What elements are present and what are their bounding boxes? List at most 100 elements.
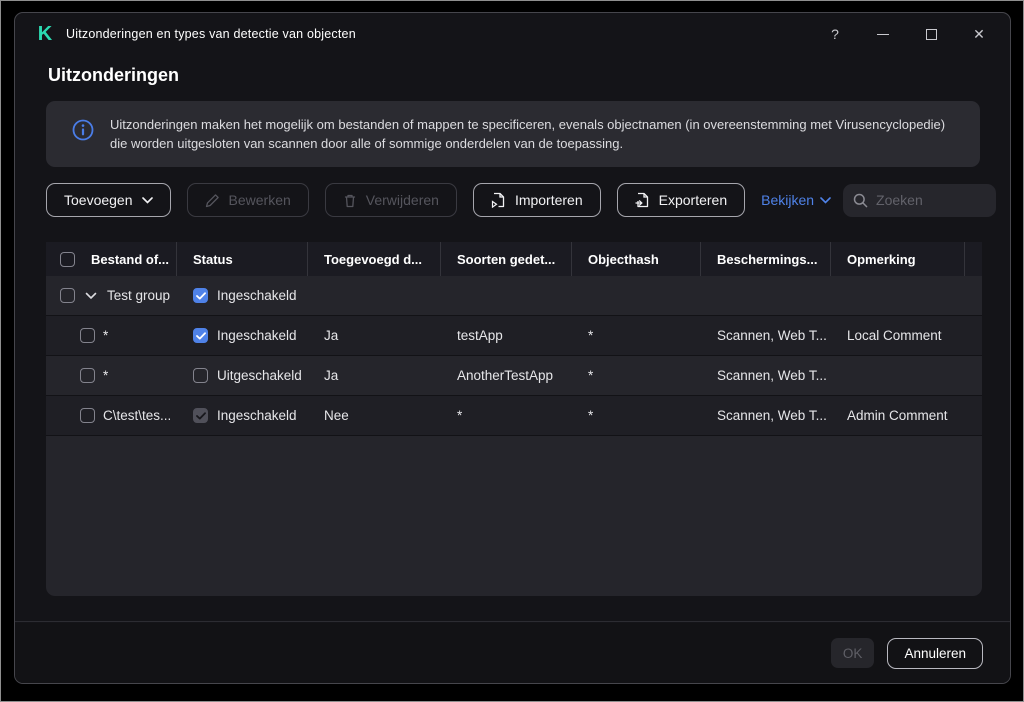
pencil-icon [205, 193, 220, 208]
export-button[interactable]: Exporteren [617, 183, 745, 217]
protection-cell: Scannen, Web T... [701, 356, 831, 395]
file-cell: * [46, 316, 177, 355]
status-cell: Uitgeschakeld [177, 356, 308, 395]
empty-cell [701, 276, 831, 315]
column-header-status[interactable]: Status [177, 242, 308, 276]
empty-cell [965, 316, 982, 355]
minimize-icon [877, 34, 889, 35]
collapse-chevron-icon[interactable] [85, 292, 97, 300]
column-header-label: Bestand of... [91, 252, 169, 267]
maximize-button[interactable] [916, 19, 946, 49]
exclusions-table: Bestand of... Status Toegevoegd d... Soo… [46, 242, 982, 596]
protection-cell: Scannen, Web T... [701, 316, 831, 355]
trash-icon [343, 193, 357, 208]
footer: OK Annuleren [15, 623, 1010, 683]
import-icon [491, 192, 506, 208]
group-status-cell: Ingeschakeld [177, 276, 308, 315]
column-header-comment[interactable]: Opmerking [831, 242, 965, 276]
status-checkbox[interactable] [193, 408, 208, 423]
objecthash-cell: * [572, 316, 701, 355]
comment-cell [831, 356, 965, 395]
import-button[interactable]: Importeren [473, 183, 601, 217]
edit-button-label: Bewerken [229, 192, 291, 208]
comment-cell: Admin Comment [831, 396, 965, 435]
detected-types-cell: * [441, 396, 572, 435]
column-header-protection[interactable]: Beschermings... [701, 242, 831, 276]
row-checkbox[interactable] [60, 288, 75, 303]
protection-cell: Scannen, Web T... [701, 396, 831, 435]
delete-button[interactable]: Verwijderen [325, 183, 457, 217]
empty-cell [308, 276, 441, 315]
row-checkbox[interactable] [80, 368, 95, 383]
help-button[interactable]: ? [820, 19, 850, 49]
export-icon [635, 192, 650, 208]
import-button-label: Importeren [515, 192, 583, 208]
comment-cell: Local Comment [831, 316, 965, 355]
select-all-checkbox[interactable] [60, 252, 75, 267]
column-header-label: Status [193, 252, 233, 267]
table-row[interactable]: * Uitgeschakeld Ja AnotherTestApp * Scan… [46, 356, 982, 396]
row-checkbox[interactable] [80, 328, 95, 343]
file-value: C\test\tes... [103, 408, 171, 423]
status-label: Uitgeschakeld [217, 368, 302, 383]
added-by-cell: Ja [308, 316, 441, 355]
group-name-cell: Test group [46, 276, 177, 315]
maximize-icon [926, 29, 937, 40]
view-dropdown[interactable]: Bekijken [761, 192, 831, 208]
app-window: K Uitzonderingen en types van detectie v… [14, 12, 1011, 684]
chevron-down-icon [142, 197, 153, 204]
column-header-objecthash[interactable]: Objecthash [572, 242, 701, 276]
status-checkbox[interactable] [193, 288, 208, 303]
objecthash-cell: * [572, 356, 701, 395]
toolbar: Toevoegen Bewerken Verwijderen Importere… [46, 183, 980, 217]
empty-cell [831, 276, 965, 315]
detected-types-cell: testApp [441, 316, 572, 355]
group-name: Test group [107, 288, 170, 303]
kaspersky-logo-icon: K [33, 23, 57, 46]
file-value: * [103, 328, 108, 343]
search-box [843, 184, 996, 217]
detected-types-cell: AnotherTestApp [441, 356, 572, 395]
table-group-row[interactable]: Test group Ingeschakeld [46, 276, 982, 316]
search-icon [853, 193, 868, 208]
search-input[interactable] [876, 192, 986, 208]
empty-cell [572, 276, 701, 315]
table-row[interactable]: C\test\tes... Ingeschakeld Nee * * Scann… [46, 396, 982, 436]
column-header-file[interactable]: Bestand of... [46, 242, 177, 276]
empty-cell [965, 276, 982, 315]
empty-cell [441, 276, 572, 315]
window-controls: ? ✕ [820, 19, 994, 49]
column-header-added-by[interactable]: Toegevoegd d... [308, 242, 441, 276]
info-icon [72, 119, 94, 141]
close-button[interactable]: ✕ [964, 19, 994, 49]
add-button-label: Toevoegen [64, 192, 133, 208]
status-cell: Ingeschakeld [177, 316, 308, 355]
status-label: Ingeschakeld [217, 288, 297, 303]
column-header-spacer [965, 242, 982, 276]
column-header-label: Toegevoegd d... [324, 252, 422, 267]
export-button-label: Exporteren [659, 192, 727, 208]
column-header-label: Opmerking [847, 252, 916, 267]
ok-button[interactable]: OK [831, 638, 875, 668]
column-header-label: Soorten gedet... [457, 252, 555, 267]
empty-cell [965, 356, 982, 395]
footer-divider [15, 621, 1010, 622]
column-header-label: Beschermings... [717, 252, 817, 267]
row-checkbox[interactable] [80, 408, 95, 423]
status-label: Ingeschakeld [217, 328, 297, 343]
add-button[interactable]: Toevoegen [46, 183, 171, 217]
status-label: Ingeschakeld [217, 408, 297, 423]
table-empty-area [46, 436, 982, 596]
table-row[interactable]: * Ingeschakeld Ja testApp * Scannen, Web… [46, 316, 982, 356]
edit-button[interactable]: Bewerken [187, 183, 309, 217]
chevron-down-icon [820, 197, 831, 204]
status-cell: Ingeschakeld [177, 396, 308, 435]
column-header-detected-types[interactable]: Soorten gedet... [441, 242, 572, 276]
status-checkbox[interactable] [193, 328, 208, 343]
title-bar: K Uitzonderingen en types van detectie v… [15, 13, 1010, 55]
cancel-button[interactable]: Annuleren [887, 638, 983, 669]
view-dropdown-label: Bekijken [761, 192, 814, 208]
minimize-button[interactable] [868, 19, 898, 49]
status-checkbox[interactable] [193, 368, 208, 383]
info-panel: Uitzonderingen maken het mogelijk om bes… [46, 101, 980, 167]
